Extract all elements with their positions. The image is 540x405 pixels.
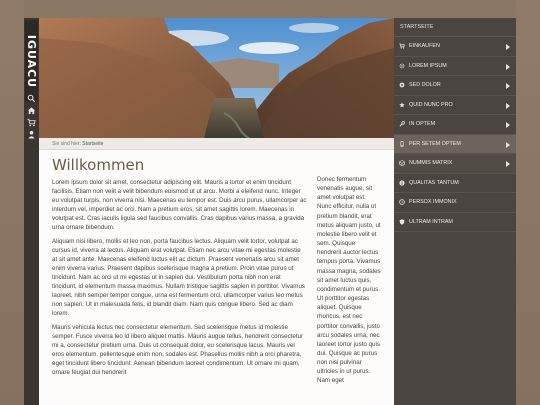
nav-item-lorem-ipsum[interactable]: LOREM IPSUM (394, 57, 516, 76)
nav-item-label: PER SETEM OPTEM (409, 140, 461, 147)
logo-strip: IGUACU (24, 18, 39, 405)
main-paragraph: Mauris vehicula lectus nec consectetur e… (52, 324, 304, 376)
main-paragraph: Aliquam nisi libero, mollis et leo non, … (52, 238, 305, 317)
main-navigation: STARTSEITE EINKAUFEN LOREM IPSUM SED DOL… (394, 18, 516, 405)
nav-item-label: ULTRAM INTRAM (409, 218, 453, 225)
nav-item-label: LOREM IPSUM (409, 62, 447, 69)
breadcrumb-current[interactable]: Startseite (82, 141, 103, 147)
nav-item-label: EINKAUFEN (409, 43, 440, 50)
nav-item-label: PERSOX IMMONIX (409, 199, 457, 206)
pin-icon (399, 82, 405, 88)
nav-item-startseite[interactable]: STARTSEITE (394, 18, 516, 37)
logo-text: IGUACU (25, 34, 39, 88)
nav-item-einkaufen[interactable]: EINKAUFEN (394, 37, 516, 57)
breadcrumb: Sie sind hier: Startseite (39, 138, 394, 150)
chevron-right-icon (506, 141, 510, 148)
nav-item-qualitas-tantum[interactable]: QUALITAS TANTUM (394, 174, 516, 193)
nav-item-nummis-matrix[interactable]: NUMMIS MATRIX (394, 154, 516, 174)
nav-item-label: IN OPTEM (409, 121, 436, 128)
search-icon[interactable] (27, 94, 36, 103)
nav-item-quid-nunc-pro[interactable]: QUID NUNC PRO (394, 96, 516, 115)
user-icon[interactable] (27, 130, 36, 139)
chevron-right-icon (506, 161, 510, 167)
cart-icon[interactable] (27, 118, 36, 127)
nav-item-label: SED DOLOR (409, 82, 441, 89)
star-icon (399, 102, 405, 108)
main-content: Sie sind hier: Startseite Willkommen Lor… (39, 138, 394, 405)
cube-icon (399, 160, 405, 167)
nav-item-ultram-intram[interactable]: ULTRAM INTRAM (394, 213, 516, 232)
nav-item-per-setem-optem[interactable]: PER SETEM OPTEM (394, 134, 516, 154)
nav-item-persox-immonix[interactable]: PERSOX IMMONIX (394, 193, 516, 213)
page-wrapper: IGUACU Sie sind hier: Startseite Willkom… (24, 18, 516, 405)
nav-item-sed-dolor[interactable]: SED DOLOR (394, 76, 516, 96)
main-text-column: Lorem ipsum dolor sit amet, consectetur … (52, 178, 307, 382)
page-background-right (516, 0, 540, 405)
info-icon (399, 180, 405, 186)
shield-icon (399, 219, 405, 225)
page-background-left (0, 0, 24, 405)
nav-item-label: QUID NUNC PRO (409, 101, 453, 108)
chevron-right-icon (506, 122, 510, 128)
gear-icon (399, 63, 405, 69)
chevron-right-icon (506, 63, 510, 70)
site-logo[interactable]: IGUACU (25, 20, 38, 102)
chevron-right-icon (506, 44, 510, 50)
home-icon[interactable] (27, 106, 36, 115)
page-title: Willkommen (52, 156, 145, 174)
breadcrumb-prefix: Sie sind hier: (52, 141, 81, 147)
nav-item-label: QUALITAS TANTUM (409, 179, 459, 186)
nav-item-label: NUMMIS MATRIX (409, 160, 453, 167)
chevron-right-icon (506, 102, 510, 109)
side-text-column: Donec fermentum venenatis augue, sit ame… (317, 176, 381, 385)
cart-icon (399, 43, 405, 49)
clock-icon (399, 199, 405, 206)
hero-canyon-image (39, 18, 394, 138)
wrench-icon (399, 121, 405, 127)
phone-icon (399, 141, 405, 147)
main-paragraph: Lorem ipsum dolor sit amet, consectetur … (52, 179, 307, 231)
chevron-right-icon (506, 83, 510, 89)
nav-item-in-optem[interactable]: IN OPTEM (394, 115, 516, 135)
